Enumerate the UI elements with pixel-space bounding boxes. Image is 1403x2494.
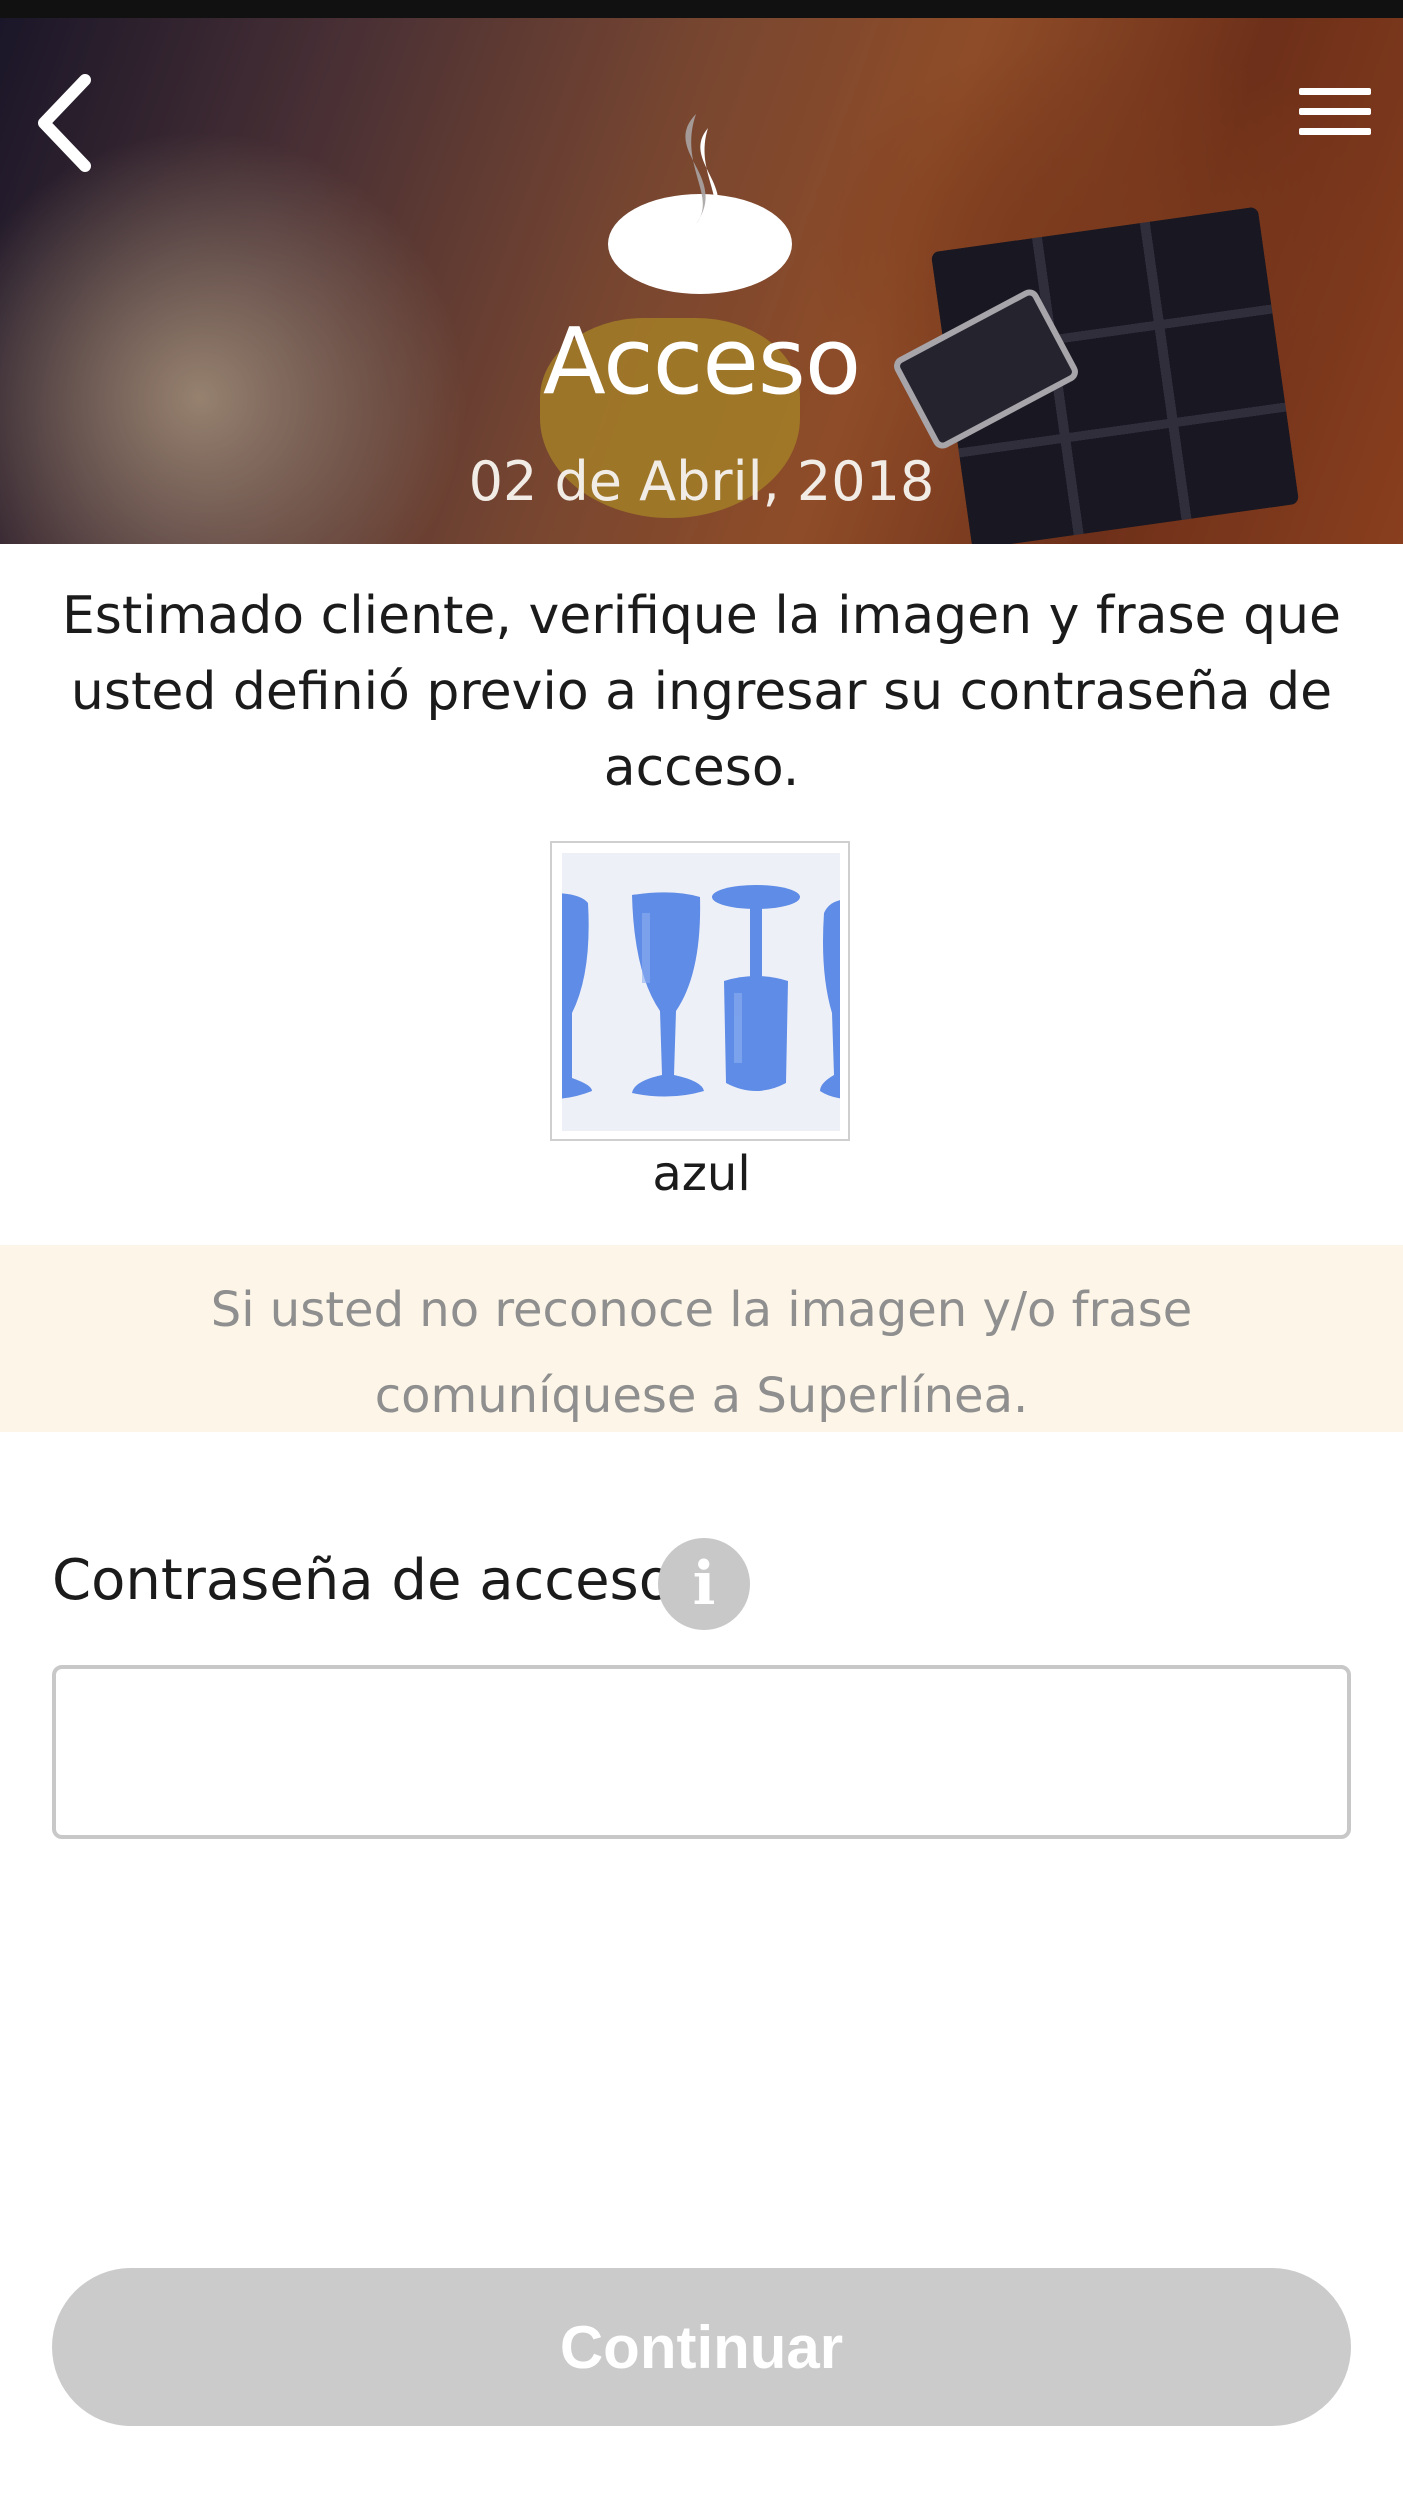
hamburger-menu-icon [1299,88,1371,95]
info-icon[interactable]: i [658,1538,750,1630]
chevron-left-icon [38,74,91,172]
menu-button[interactable] [1290,88,1380,158]
security-image [550,841,850,1141]
blue-glasses-image [562,853,840,1131]
page-title: Acceso [542,308,861,415]
status-bar [0,0,1403,18]
header-banner: Acceso 02 de Abril, 2018 [0,18,1403,544]
santander-flame-logo [608,114,792,294]
back-button[interactable] [30,68,100,178]
continue-button[interactable]: Continuar [52,2268,1351,2426]
security-phrase: azul [652,1146,751,1202]
unrecognized-notice: Si usted no reconoce la imagen y/o frase… [0,1245,1403,1432]
intro-text: Estimado cliente, verifique la imagen y … [61,586,1342,798]
password-label: Contraseña de acceso [52,1548,673,1613]
password-input[interactable] [52,1665,1351,1839]
page-date: 02 de Abril, 2018 [468,450,935,513]
